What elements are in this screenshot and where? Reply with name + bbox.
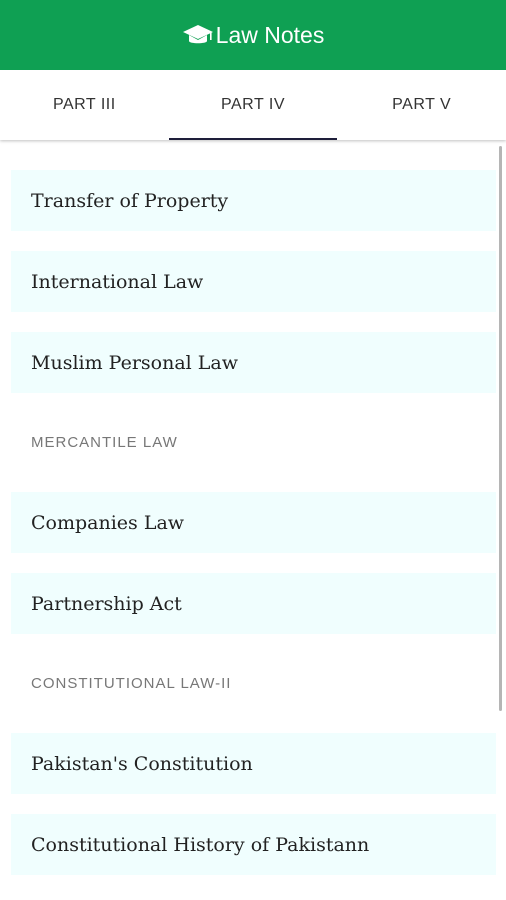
- tab-label: PART IV: [221, 96, 285, 113]
- list-item-pakistans-constitution[interactable]: Pakistan's Constitution: [11, 733, 496, 794]
- list-item-label: Constitutional History of Pakistann: [31, 833, 370, 856]
- list-item-label: Muslim Personal Law: [31, 351, 238, 374]
- tab-part-v[interactable]: PART V: [337, 70, 506, 140]
- app-bar: Law Notes: [0, 0, 506, 70]
- section-header-mercantile-law: MERCANTILE LAW: [31, 434, 178, 451]
- app-title: Law Notes: [215, 21, 325, 48]
- tab-bar: PART III PART IV PART V: [0, 70, 506, 140]
- list-item-muslim-personal-law[interactable]: Muslim Personal Law: [11, 332, 496, 393]
- graduation-cap-icon: [182, 25, 213, 44]
- list-item-companies-law[interactable]: Companies Law: [11, 492, 496, 553]
- list-item-international-law[interactable]: International Law: [11, 251, 496, 312]
- list-item-partnership-act[interactable]: Partnership Act: [11, 573, 496, 634]
- list-item-transfer-of-property[interactable]: Transfer of Property: [11, 170, 496, 231]
- section-header-constitutional-law-ii: CONSTITUTIONAL LAW-II: [31, 675, 232, 692]
- scrollbar[interactable]: [499, 146, 502, 711]
- list-item-label: International Law: [31, 270, 204, 293]
- list-item-constitutional-history[interactable]: Constitutional History of Pakistann: [11, 814, 496, 875]
- tab-label: PART V: [392, 96, 452, 113]
- list-item-label: Companies Law: [31, 511, 185, 534]
- app-screen: Law Notes PART III PART IV PART V Transf…: [0, 0, 506, 900]
- list-item-label: Transfer of Property: [31, 189, 229, 212]
- topic-list[interactable]: Transfer of Property International Law M…: [0, 140, 506, 900]
- list-item-label: Pakistan's Constitution: [31, 752, 253, 775]
- tab-part-iv[interactable]: PART IV: [168, 70, 338, 140]
- tab-part-iii[interactable]: PART III: [0, 70, 169, 140]
- list-item-label: Partnership Act: [31, 592, 182, 615]
- tab-label: PART III: [52, 96, 116, 113]
